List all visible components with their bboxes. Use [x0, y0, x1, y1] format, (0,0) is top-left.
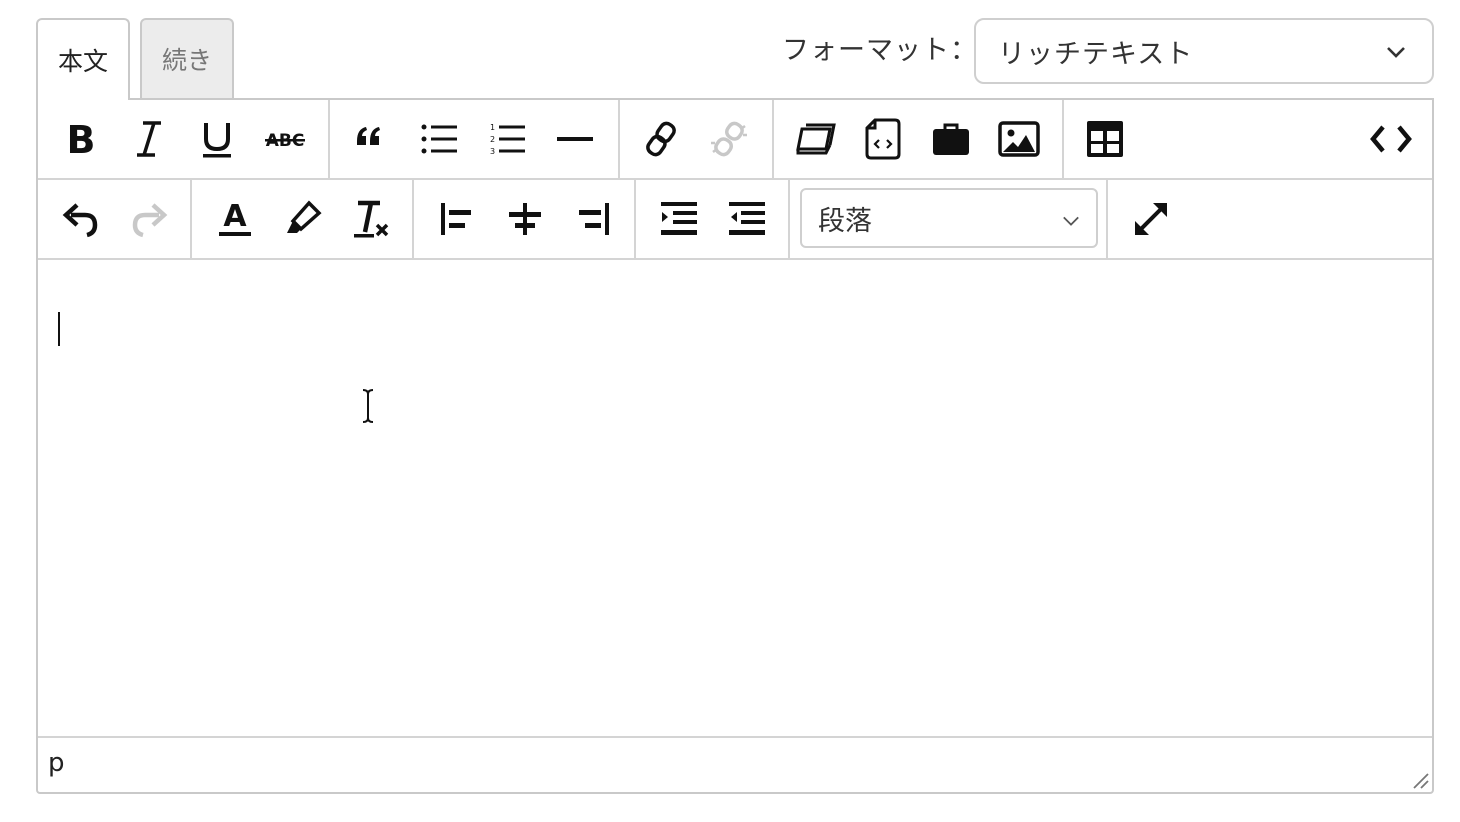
redo-icon: [132, 203, 168, 238]
format-label: フォーマット：: [782, 35, 978, 66]
highlight-button[interactable]: [280, 196, 326, 242]
template-button[interactable]: [792, 116, 838, 162]
link-button[interactable]: [638, 116, 684, 162]
bold-icon: B: [67, 119, 96, 159]
indent-icon: [661, 202, 697, 235]
clear-format-button[interactable]: [348, 196, 394, 242]
format-select[interactable]: リッチテキスト: [974, 18, 1434, 84]
table-icon: [1087, 121, 1123, 157]
tab-body-label: 本文: [57, 47, 108, 76]
source-code-icon: [1370, 125, 1412, 153]
rich-text-editor: B ABC 1 2 3 A 段落 p: [36, 98, 1434, 794]
svg-text:2: 2: [490, 135, 495, 144]
text-caret: [58, 312, 60, 346]
undo-icon: [62, 203, 98, 238]
svg-text:1: 1: [490, 123, 495, 132]
link-icon: [646, 121, 676, 157]
unlink-icon: [711, 121, 747, 157]
code-file-icon: [865, 118, 901, 160]
block-format-select[interactable]: 段落: [800, 188, 1098, 248]
image-button[interactable]: [996, 116, 1042, 162]
tab-continued-label: 続き: [161, 46, 212, 75]
block-format-value: 段落: [818, 205, 872, 237]
undo-button[interactable]: [58, 196, 104, 242]
code-file-button[interactable]: [860, 116, 906, 162]
strikethrough-button[interactable]: ABC: [262, 116, 308, 162]
unlink-button[interactable]: [706, 116, 752, 162]
blockquote-button[interactable]: [346, 116, 392, 162]
underline-icon: [203, 123, 231, 158]
svg-text:3: 3: [490, 147, 495, 156]
tab-continued[interactable]: 続き: [140, 18, 234, 98]
template-icon: [796, 123, 836, 155]
image-icon: [998, 121, 1040, 157]
text-color-icon: A: [219, 199, 251, 236]
editor-content-area[interactable]: [38, 260, 1432, 736]
align-right-button[interactable]: [570, 196, 616, 242]
redo-button[interactable]: [126, 196, 172, 242]
clear-format-icon: [354, 200, 389, 238]
editor-statusbar: p: [38, 736, 1432, 792]
indent-button[interactable]: [656, 196, 702, 242]
svg-text:A: A: [223, 199, 247, 234]
horizontal-rule-button[interactable]: [552, 116, 598, 162]
fullscreen-button[interactable]: [1128, 196, 1174, 242]
italic-button[interactable]: [126, 116, 172, 162]
toolbar-row-2: A 段落: [38, 180, 1432, 260]
text-cursor-icon: [362, 389, 374, 423]
svg-text:B: B: [67, 119, 96, 159]
align-left-button[interactable]: [434, 196, 480, 242]
align-center-icon: [509, 203, 541, 235]
chevron-down-icon: [1063, 216, 1079, 226]
chevron-down-icon: [1387, 47, 1405, 58]
element-path[interactable]: p: [48, 748, 65, 778]
bullet-list-icon: [421, 124, 457, 154]
tab-body[interactable]: 本文: [36, 18, 130, 100]
briefcase-icon: [933, 123, 969, 155]
outdent-icon: [729, 202, 765, 235]
numbered-list-icon: 1 2 3: [490, 123, 525, 156]
bullet-list-button[interactable]: [416, 116, 462, 162]
table-button[interactable]: [1082, 116, 1128, 162]
align-center-button[interactable]: [502, 196, 548, 242]
briefcase-button[interactable]: [928, 116, 974, 162]
underline-button[interactable]: [194, 116, 240, 162]
outdent-button[interactable]: [724, 196, 770, 242]
strikethrough-icon: ABC: [265, 131, 305, 151]
align-left-icon: [441, 203, 471, 235]
bold-button[interactable]: B: [58, 116, 104, 162]
align-right-icon: [579, 203, 609, 235]
text-color-button[interactable]: A: [212, 196, 258, 242]
horizontal-rule-icon: [557, 137, 593, 141]
italic-icon: [137, 121, 161, 157]
blockquote-icon: [357, 127, 380, 145]
numbered-list-button[interactable]: 1 2 3: [484, 116, 530, 162]
source-code-button[interactable]: [1368, 116, 1414, 162]
format-selected-value: リッチテキスト: [998, 38, 1194, 70]
toolbar-row-1: B ABC 1 2 3: [38, 100, 1432, 180]
highlight-icon: [287, 200, 322, 233]
resize-handle-icon[interactable]: [1410, 770, 1430, 790]
fullscreen-icon: [1135, 203, 1167, 235]
